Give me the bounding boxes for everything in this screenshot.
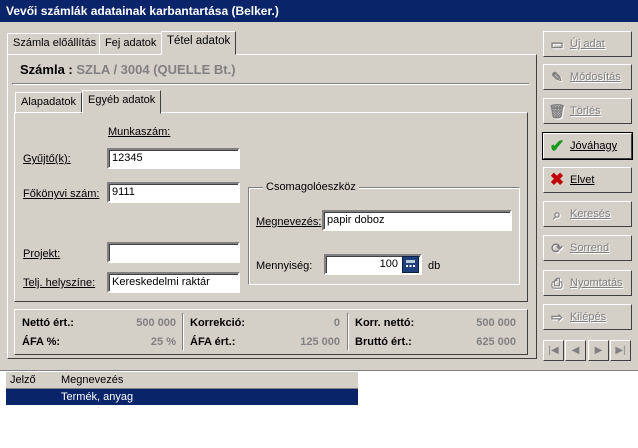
gyujto-input[interactable]: 12345 [107, 148, 240, 169]
summary-divider-2 [347, 313, 349, 351]
exit-icon: ⇨ [551, 308, 563, 325]
trash-icon: 🗑 [548, 102, 566, 119]
edit-icon: ✎ [551, 68, 563, 85]
new-record-icon: ▭ [550, 35, 564, 52]
fokonyv-input[interactable]: 9111 [107, 182, 240, 203]
korrekcio-value: 0 [333, 317, 340, 329]
package-name-input[interactable]: papir doboz [322, 210, 512, 231]
projekt-label: Projekt: [23, 248, 61, 260]
delete-button[interactable]: 🗑 Törlés [543, 98, 632, 124]
exit-button[interactable]: ⇨ Kilépés [543, 304, 632, 330]
afa-ert-value: 125 000 [300, 336, 340, 348]
nav-last-button[interactable]: ▶| [610, 340, 631, 361]
korrekcio-label: Korrekció: [190, 317, 246, 329]
telj-input[interactable]: Kereskedelmi raktár [107, 272, 240, 293]
checkmark-icon: ✔ [549, 135, 565, 156]
cancel-button[interactable]: ✖ Elvet [543, 167, 632, 193]
korr-netto-label: Korr. nettó: [355, 317, 415, 329]
summary-panel [14, 309, 528, 355]
table-row[interactable]: Termék, anyag [6, 389, 358, 405]
modify-button[interactable]: ✎ Módosítás [543, 64, 632, 90]
nav-next-button[interactable]: ▶ [588, 340, 609, 361]
afa-pct-value: 25 % [150, 336, 176, 348]
approve-button[interactable]: ✔ Jóváhagy [542, 132, 633, 160]
afa-pct-label: ÁFA %: [22, 336, 61, 348]
print-button[interactable]: ⎙ Nyomtatás [543, 270, 632, 296]
summary-divider-1 [182, 313, 184, 351]
package-name-label: Megnevezés: [256, 216, 322, 228]
package-unit: db [428, 260, 441, 272]
invoice-value: SZLA / 3004 (QUELLE Bt.) [76, 62, 236, 77]
list-header [6, 372, 358, 389]
tab-fej-adatok[interactable]: Fej adatok [99, 33, 163, 55]
cross-icon: ✖ [549, 170, 565, 189]
tab-egyeb-adatok[interactable]: Egyéb adatok [82, 90, 162, 114]
search-icon: ⌕ [553, 205, 561, 222]
invoice-label: Számla : [20, 62, 73, 77]
column-header-jelzo[interactable]: Jelző [10, 374, 36, 386]
fokonyv-label: Főkönyvi szám: [23, 188, 100, 200]
afa-ert-label: ÁFA ért.: [190, 336, 236, 348]
sort-icon: ⟳ [551, 239, 563, 256]
tab-tetel-adatok[interactable]: Tétel adatok [161, 31, 237, 55]
gyujto-label: Gyűjtő(k): [23, 153, 71, 165]
nav-prev-button[interactable]: ◀ [565, 340, 586, 361]
netto-label: Nettó ért.: [22, 317, 74, 329]
order-button[interactable]: ⟳ Sorrend [543, 235, 632, 261]
search-button[interactable]: ⌕ Keresés [543, 201, 632, 227]
munkaszam-label: Munkaszám: [108, 126, 171, 138]
invoice-header: Számla : SZLA / 3004 (QUELLE Bt.) [20, 62, 236, 77]
printer-icon: ⎙ [551, 274, 563, 291]
tab-alapadatok[interactable]: Alapadatok [15, 92, 83, 114]
package-qty-label: Mennyiség: [256, 260, 313, 272]
projekt-input[interactable] [107, 242, 240, 263]
column-header-megnevezes[interactable]: Megnevezés [61, 374, 123, 386]
package-group-title: Csomagolóeszköz [263, 181, 359, 193]
new-button[interactable]: ▭ Új adat [543, 31, 632, 57]
korr-netto-value: 500 000 [476, 317, 516, 329]
window-title: Vevői számlák adatainak karbantartása (B… [0, 0, 638, 22]
netto-value: 500 000 [136, 317, 176, 329]
brutto-label: Bruttó ért.: [355, 336, 412, 348]
nav-first-button[interactable]: |◀ [543, 340, 564, 361]
telj-label: Telj. helyszíne: [23, 277, 96, 289]
header-divider [12, 83, 530, 85]
brutto-value: 625 000 [476, 336, 516, 348]
tab-szamla-eloallitas[interactable]: Számla előállítás [7, 33, 103, 55]
row-name: Termék, anyag [61, 391, 134, 403]
calculator-icon[interactable] [402, 256, 419, 273]
